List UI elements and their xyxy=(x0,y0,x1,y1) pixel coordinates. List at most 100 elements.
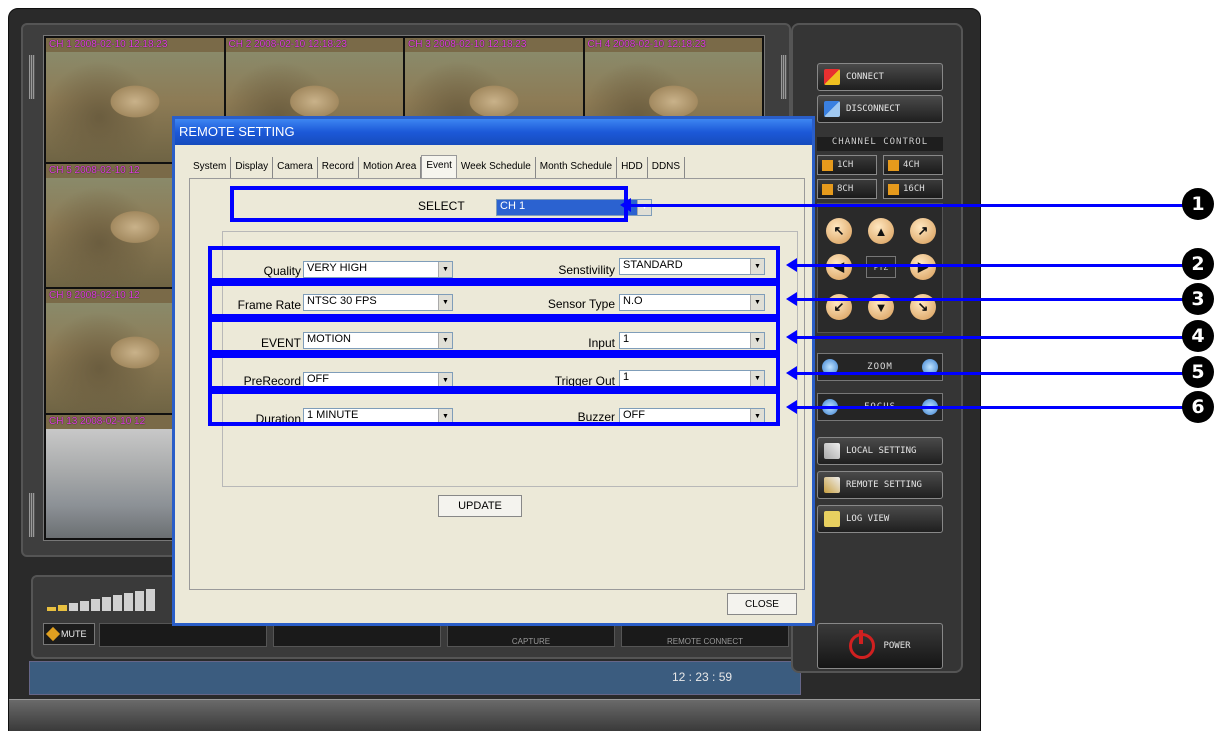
disconnect-button[interactable]: DISCONNECT xyxy=(817,95,943,123)
slot-blank xyxy=(99,623,267,647)
wrench-icon xyxy=(824,477,840,493)
level-bar xyxy=(91,599,100,611)
layout-4ch-button[interactable]: 4CH xyxy=(883,155,943,175)
control-panel: CONNECT DISCONNECT CHANNEL CONTROL 1CH 4… xyxy=(791,23,963,673)
dialog-title: REMOTE SETTING xyxy=(179,124,295,139)
tab-motion-area[interactable]: Motion Area xyxy=(359,157,422,179)
level-bar xyxy=(124,593,133,611)
ptz-up-arrow-icon[interactable]: ▲ xyxy=(868,218,894,244)
grid-16-icon xyxy=(888,183,899,195)
camera-label: CH 4 2008-02-10 12:18:23 xyxy=(587,39,706,50)
camera-label: CH 13 2008-02-10 12 xyxy=(49,415,146,427)
left-rail-top xyxy=(29,55,35,99)
quad-grid-icon xyxy=(888,159,899,171)
callout-number-6: 6 xyxy=(1182,391,1214,423)
callout-number-3: 3 xyxy=(1182,283,1214,315)
level-bar xyxy=(135,591,144,611)
update-button[interactable]: UPDATE xyxy=(438,495,522,517)
chevron-down-icon[interactable]: ▼ xyxy=(637,200,651,215)
connect-button[interactable]: CONNECT xyxy=(817,63,943,91)
tab-event[interactable]: Event xyxy=(421,155,457,179)
callout-pointer-3 xyxy=(786,292,1186,306)
callout-number-5: 5 xyxy=(1182,356,1214,388)
callout-pointer-4 xyxy=(786,330,1186,344)
layout-1ch-label: 1CH xyxy=(837,160,854,170)
zoom-control: ZOOM xyxy=(817,353,943,381)
tab-month-schedule[interactable]: Month Schedule xyxy=(536,157,618,179)
layout-1ch-button[interactable]: 1CH xyxy=(817,155,877,175)
ptz-up-left-arrow-icon[interactable]: ↖ xyxy=(826,218,852,244)
single-grid-icon xyxy=(822,159,833,171)
connect-label: CONNECT xyxy=(846,72,884,82)
zoom-label: ZOOM xyxy=(867,362,893,372)
remote-setting-button[interactable]: REMOTE SETTING xyxy=(817,471,943,499)
callout-box-5 xyxy=(208,354,780,390)
log-view-label: LOG VIEW xyxy=(846,514,890,524)
status-bar: 12 : 23 : 59 xyxy=(29,661,801,695)
slot-blank xyxy=(273,623,441,647)
ptz-pad: ↖ ▲ ↗ ◀ PTZ ▶ ↙ ▼ ↘ xyxy=(817,203,943,333)
disconnect-label: DISCONNECT xyxy=(846,104,901,114)
camera-label: CH 5 2008-02-10 12 xyxy=(49,164,140,176)
right-rail-top xyxy=(781,55,787,99)
disconnect-icon xyxy=(824,101,840,117)
tools-icon xyxy=(824,443,840,459)
tab-display[interactable]: Display xyxy=(231,157,274,179)
callout-box-2 xyxy=(208,246,780,282)
close-button[interactable]: CLOSE xyxy=(727,593,797,615)
layout-16ch-label: 16CH xyxy=(903,184,925,194)
left-rail-bottom xyxy=(29,493,35,537)
ptz-up-right-arrow-icon[interactable]: ↗ xyxy=(910,218,936,244)
capture-button[interactable]: CAPTURE xyxy=(447,623,615,647)
callout-number-1: 1 xyxy=(1182,188,1214,220)
audio-level-meter xyxy=(47,589,167,611)
callout-number-4: 4 xyxy=(1182,320,1214,352)
camera-label: CH 3 2008-02-10 12:18:23 xyxy=(408,39,527,50)
log-view-button[interactable]: LOG VIEW xyxy=(817,505,943,533)
power-label: POWER xyxy=(883,641,911,651)
level-bar xyxy=(146,589,155,611)
speaker-icon xyxy=(45,626,61,642)
base-bar xyxy=(9,699,980,731)
layout-16ch-button[interactable]: 16CH xyxy=(883,179,943,199)
layout-4ch-label: 4CH xyxy=(903,160,920,170)
capture-label: CAPTURE xyxy=(511,637,551,646)
tab-hdd[interactable]: HDD xyxy=(617,157,648,179)
ptz-right-arrow-icon[interactable]: ▶ xyxy=(910,254,936,280)
local-setting-label: LOCAL SETTING xyxy=(846,446,917,456)
tab-record[interactable]: Record xyxy=(318,157,359,179)
callout-pointer-2 xyxy=(786,258,1186,272)
remote-connect-label: REMOTE CONNECT xyxy=(667,637,743,646)
level-bar xyxy=(47,607,56,611)
camera-label: CH 9 2008-02-10 12 xyxy=(49,290,140,301)
callout-box-6 xyxy=(208,390,780,426)
connect-icon xyxy=(824,69,840,85)
clock-readout: 12 : 23 : 59 xyxy=(672,670,733,684)
callout-box-3 xyxy=(208,282,780,318)
level-bar xyxy=(113,595,122,611)
power-button[interactable]: POWER xyxy=(817,623,943,669)
tab-camera[interactable]: Camera xyxy=(273,157,318,179)
tab-ddns[interactable]: DDNS xyxy=(648,157,686,179)
layout-8ch-label: 8CH xyxy=(837,184,854,194)
tab-system[interactable]: System xyxy=(189,157,232,179)
layout-8ch-button[interactable]: 8CH xyxy=(817,179,877,199)
camera-label: CH 2 2008-02-10 12:18:23 xyxy=(228,39,347,50)
dialog-title-bar[interactable]: REMOTE SETTING xyxy=(175,119,812,145)
remote-connect-button[interactable]: REMOTE CONNECT xyxy=(621,623,789,647)
level-bar xyxy=(80,601,89,611)
callout-box-1 xyxy=(230,186,628,222)
callout-number-2: 2 xyxy=(1182,248,1214,280)
tab-week-schedule[interactable]: Week Schedule xyxy=(457,157,536,179)
level-bar xyxy=(102,597,111,611)
callout-pointer-6 xyxy=(786,400,1186,414)
ptz-left-arrow-icon[interactable]: ◀ xyxy=(826,254,852,280)
level-bar xyxy=(69,603,78,611)
power-icon xyxy=(849,630,876,659)
remote-setting-label: REMOTE SETTING xyxy=(846,480,922,490)
mute-label: MUTE xyxy=(61,629,87,639)
mute-button[interactable]: MUTE xyxy=(43,623,95,645)
local-setting-button[interactable]: LOCAL SETTING xyxy=(817,437,943,465)
callout-box-4 xyxy=(208,318,780,354)
callout-pointer-5 xyxy=(786,366,1186,380)
